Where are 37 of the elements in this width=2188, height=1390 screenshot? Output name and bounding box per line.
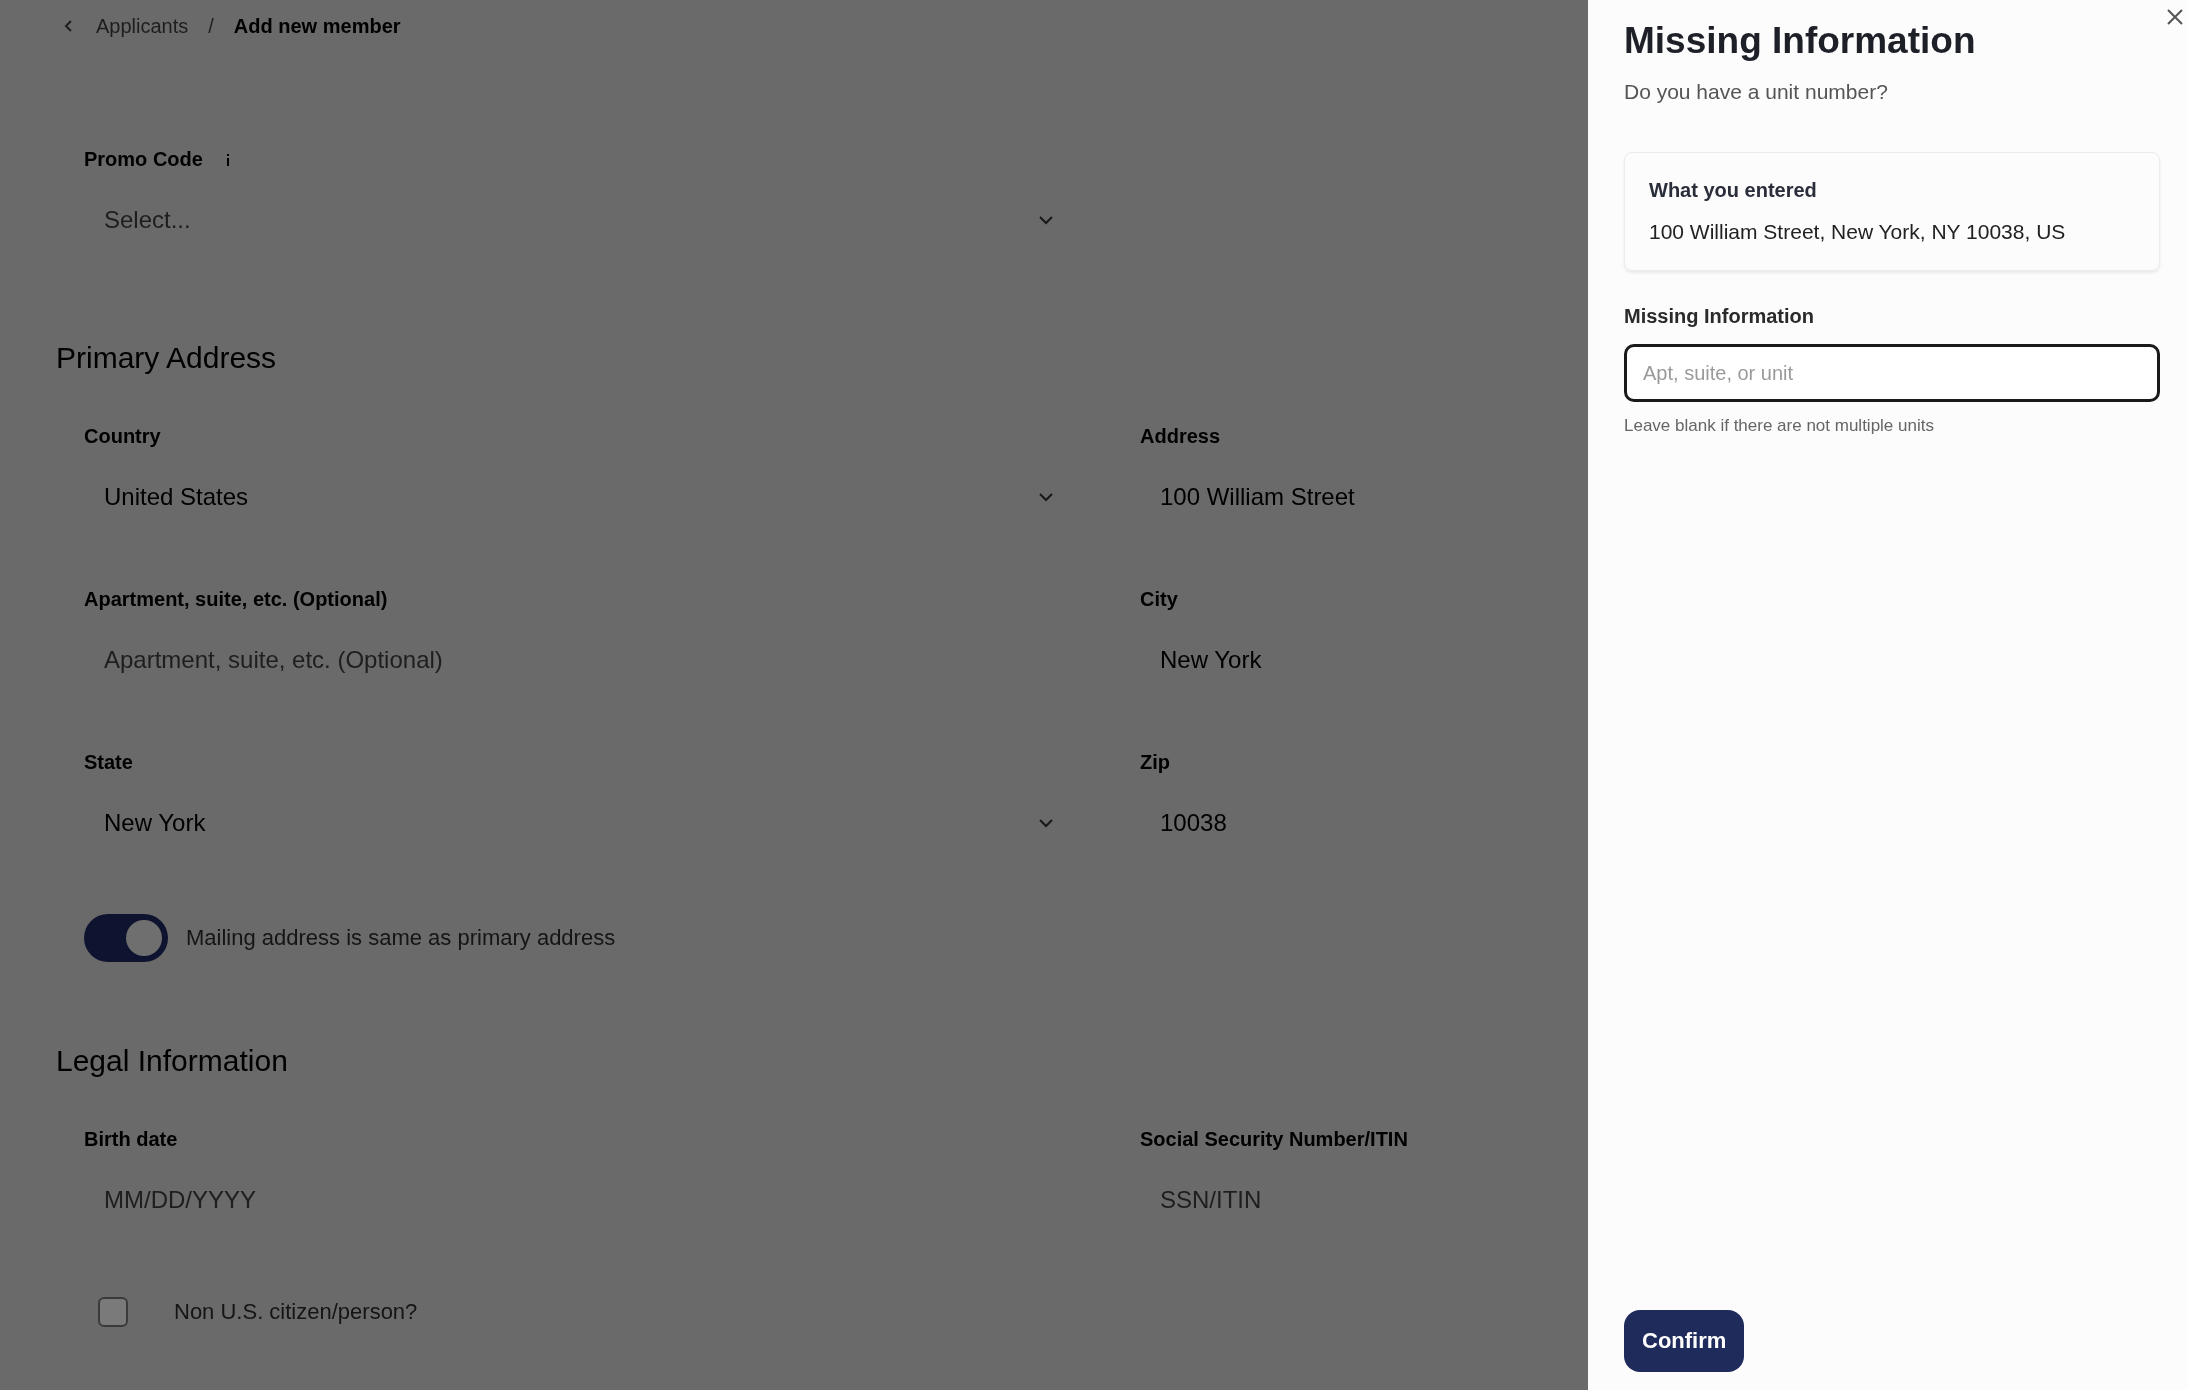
input-field[interactable]: 10038	[1140, 792, 1580, 854]
drawer-subtitle: Do you have a unit number?	[1624, 80, 1889, 104]
select-field[interactable]: New York	[84, 792, 1065, 854]
breadcrumb-item: Add new member	[233, 14, 401, 38]
close-icon[interactable]	[2166, 8, 2184, 26]
toggle-label: Mailing address is same as primary address	[186, 925, 616, 951]
select-field[interactable]: Select...	[84, 189, 1065, 251]
input-field[interactable]: Apartment, suite, etc. (Optional)	[84, 629, 1065, 691]
drawer-title: Missing Information	[1624, 20, 1977, 62]
breadcrumb-item[interactable]: Applicants	[96, 14, 189, 38]
input-field[interactable]: SSN/ITIN	[1140, 1169, 1580, 1231]
input-field[interactable]: 100 William Street	[1140, 466, 1580, 528]
card-heading: What you entered	[1649, 179, 1818, 202]
field-label: Zip	[1140, 751, 1171, 774]
field-label: City	[1140, 588, 1179, 611]
input-field[interactable]: New York	[1140, 629, 1580, 691]
input-field[interactable]: MM/DD/YYYY	[84, 1169, 1065, 1231]
select-field[interactable]: United States	[84, 466, 1065, 528]
section-heading: Primary Address	[56, 341, 278, 375]
breadcrumb-separator: /	[208, 14, 214, 38]
field-label: Birth date	[84, 1128, 179, 1151]
field-label: Promo Code	[84, 148, 203, 171]
confirm-button[interactable]: Confirm	[1624, 1310, 1745, 1372]
field-label: Social Security Number/ITIN	[1140, 1128, 1409, 1151]
helper-text: Leave blank if there are not multiple units	[1624, 416, 1935, 436]
info-icon[interactable]	[224, 151, 231, 168]
section-heading: Legal Information	[56, 1044, 289, 1078]
field-label: Country	[84, 425, 162, 448]
field-label: Missing Information	[1624, 305, 1815, 328]
entered-address: 100 William Street, New York, NY 10038, US	[1649, 220, 2067, 244]
checkbox-label: Non U.S. citizen/person?	[174, 1299, 418, 1325]
field-label: State	[84, 751, 134, 774]
field-label: Apartment, suite, etc. (Optional)	[84, 588, 389, 611]
unit-input-field[interactable]: Apt, suite, or unit	[1624, 344, 2160, 402]
toggle-switch[interactable]	[84, 914, 168, 962]
field-label: Address	[1140, 425, 1222, 448]
checkbox[interactable]	[98, 1297, 128, 1327]
